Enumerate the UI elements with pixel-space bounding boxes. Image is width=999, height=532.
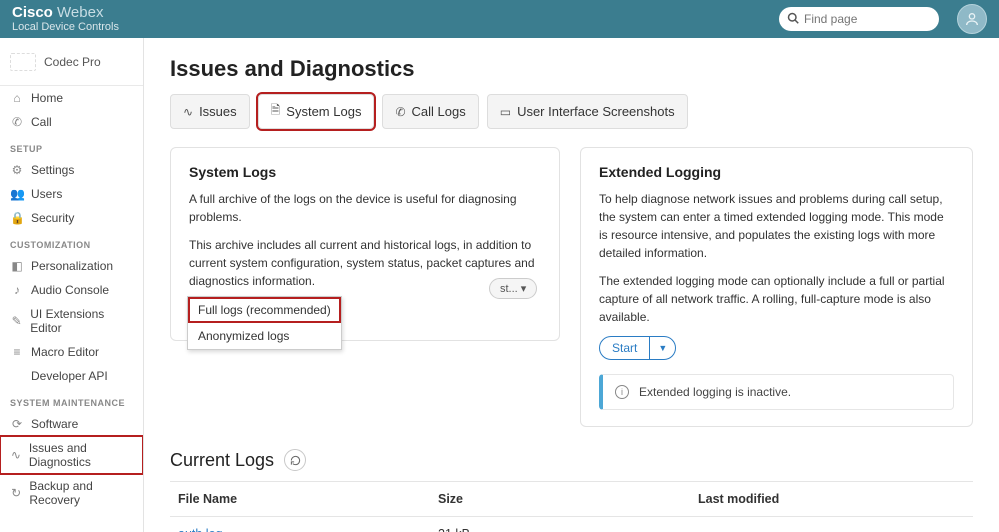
sidebar-item-label: Personalization: [31, 259, 113, 273]
tab-label: Issues: [199, 104, 237, 119]
nav-icon: ↻: [10, 486, 22, 500]
sidebar-item-users[interactable]: 👥 Users: [0, 182, 143, 206]
nav-icon: ◧: [10, 259, 24, 273]
log-file-size: 21 kB: [430, 517, 690, 532]
tab-call-logs[interactable]: ✆ Call Logs: [382, 94, 478, 129]
status-text: Extended logging is inactive.: [639, 385, 791, 399]
nav-icon: 👥: [10, 187, 24, 201]
tab-user-interface-screenshots[interactable]: ▭ User Interface Screenshots: [487, 94, 688, 129]
col-size: Size: [430, 482, 690, 517]
system-logs-desc1: A full archive of the logs on the device…: [189, 190, 541, 226]
sidebar-item-label: Security: [31, 211, 74, 225]
sidebar-item-issues-and-diagnostics[interactable]: ∿ Issues and Diagnostics: [0, 436, 143, 474]
download-logs-dropdown: Full logs (recommended)Anonymized logs: [187, 296, 342, 350]
sidebar-item-label: Backup and Recovery: [29, 479, 133, 507]
tab-system-logs[interactable]: 🗎 System Logs: [258, 94, 375, 129]
current-logs-title: Current Logs: [170, 450, 274, 471]
sidebar-item-label: Call: [31, 115, 52, 129]
tab-label: Call Logs: [412, 104, 466, 119]
info-icon: i: [615, 385, 629, 399]
nav-icon: ⟳: [10, 417, 24, 431]
sidebar-item-label: UI Extensions Editor: [30, 307, 133, 335]
tab-label: System Logs: [286, 104, 361, 119]
search-input[interactable]: [804, 12, 959, 26]
tab-icon: 🗎: [271, 101, 281, 122]
log-file-link[interactable]: auth.log: [178, 527, 222, 532]
tab-icon: ∿: [183, 105, 193, 119]
table-row: auth.log 21 kB: [170, 517, 973, 532]
sidebar-section-title: SETUP: [0, 134, 143, 158]
sidebar-item-label: Users: [31, 187, 62, 201]
tab-label: User Interface Screenshots: [517, 104, 675, 119]
historical-pill[interactable]: st... ▾: [489, 278, 537, 299]
log-file-modified: [690, 517, 973, 532]
sidebar-item-backup-and-recovery[interactable]: ↻ Backup and Recovery: [0, 474, 143, 512]
extended-logging-status: i Extended logging is inactive.: [599, 374, 954, 410]
sidebar-item-macro-editor[interactable]: ≡ Macro Editor: [0, 340, 143, 364]
home-icon: ⌂: [10, 91, 24, 105]
call-icon: ✆: [10, 115, 24, 129]
search-box[interactable]: ?: [779, 7, 939, 31]
sidebar-item-software[interactable]: ⟳ Software: [0, 412, 143, 436]
sidebar-item-label: Home: [31, 91, 63, 105]
nav-icon: ✎: [10, 314, 23, 328]
sidebar-item-label: Audio Console: [31, 283, 109, 297]
sidebar-item-label: Issues and Diagnostics: [29, 441, 133, 469]
sidebar-item-label: Software: [31, 417, 78, 431]
tab-icon: ✆: [395, 105, 405, 119]
extended-logging-desc1: To help diagnose network issues and prob…: [599, 190, 954, 262]
header-subtitle: Local Device Controls: [12, 21, 119, 33]
avatar[interactable]: [957, 4, 987, 34]
sidebar-item-label: Developer API: [31, 369, 108, 383]
main-content: Issues and Diagnostics ∿ Issues 🗎 System Lo…: [144, 38, 999, 532]
tab-row: ∿ Issues 🗎 System Logs ✆ Call Logs ▭ User Inter…: [170, 94, 973, 129]
sidebar-item-home[interactable]: ⌂ Home: [0, 86, 143, 110]
sidebar-item-personalization[interactable]: ◧ Personalization: [0, 254, 143, 278]
current-logs-table: File Name Size Last modified auth.log 21…: [170, 481, 973, 532]
sidebar-section-title: CUSTOMIZATION: [0, 230, 143, 254]
app-header: Cisco Webex Local Device Controls ?: [0, 0, 999, 38]
device-thumbnail: [10, 53, 36, 71]
device-info: Codec Pro: [0, 38, 143, 86]
start-extended-logging-button[interactable]: Start ▼: [599, 336, 676, 360]
sidebar-item-call[interactable]: ✆ Call: [0, 110, 143, 134]
refresh-button[interactable]: [284, 449, 306, 471]
system-logs-title: System Logs: [189, 164, 541, 180]
sidebar-item-settings[interactable]: ⚙ Settings: [0, 158, 143, 182]
sidebar-item-security[interactable]: 🔒 Security: [0, 206, 143, 230]
system-logs-card: System Logs A full archive of the logs o…: [170, 147, 560, 341]
sidebar-item-audio-console[interactable]: ♪ Audio Console: [0, 278, 143, 302]
sidebar: Codec Pro ⌂ Home ✆ Call SETUP ⚙ Settings 👥 User…: [0, 38, 144, 532]
nav-icon: ≡: [10, 345, 24, 359]
sidebar-item-developer-api[interactable]: Developer API: [0, 364, 143, 388]
extended-logging-desc2: The extended logging mode can optionally…: [599, 272, 954, 326]
sidebar-item-ui-extensions-editor[interactable]: ✎ UI Extensions Editor: [0, 302, 143, 340]
download-option-full-logs-recommended-[interactable]: Full logs (recommended): [188, 297, 341, 323]
tab-icon: ▭: [500, 105, 511, 119]
system-logs-desc2: This archive includes all current and hi…: [189, 236, 541, 290]
col-file-name: File Name: [170, 482, 430, 517]
nav-icon: 🔒: [10, 211, 24, 225]
brand: Cisco Webex: [12, 5, 119, 22]
caret-down-icon[interactable]: ▼: [650, 337, 675, 359]
nav-icon: ∿: [10, 448, 22, 462]
nav-icon: ⚙: [10, 163, 24, 177]
nav-icon: ♪: [10, 283, 24, 297]
download-option-anonymized-logs[interactable]: Anonymized logs: [188, 323, 341, 349]
device-name: Codec Pro: [44, 55, 101, 69]
extended-logging-title: Extended Logging: [599, 164, 954, 180]
tab-issues[interactable]: ∿ Issues: [170, 94, 250, 129]
page-title: Issues and Diagnostics: [170, 56, 973, 82]
sidebar-section-title: SYSTEM MAINTENANCE: [0, 388, 143, 412]
extended-logging-card: Extended Logging To help diagnose networ…: [580, 147, 973, 427]
sidebar-item-label: Macro Editor: [31, 345, 99, 359]
sidebar-item-label: Settings: [31, 163, 74, 177]
col-last-modified: Last modified: [690, 482, 973, 517]
search-icon: [787, 12, 799, 27]
